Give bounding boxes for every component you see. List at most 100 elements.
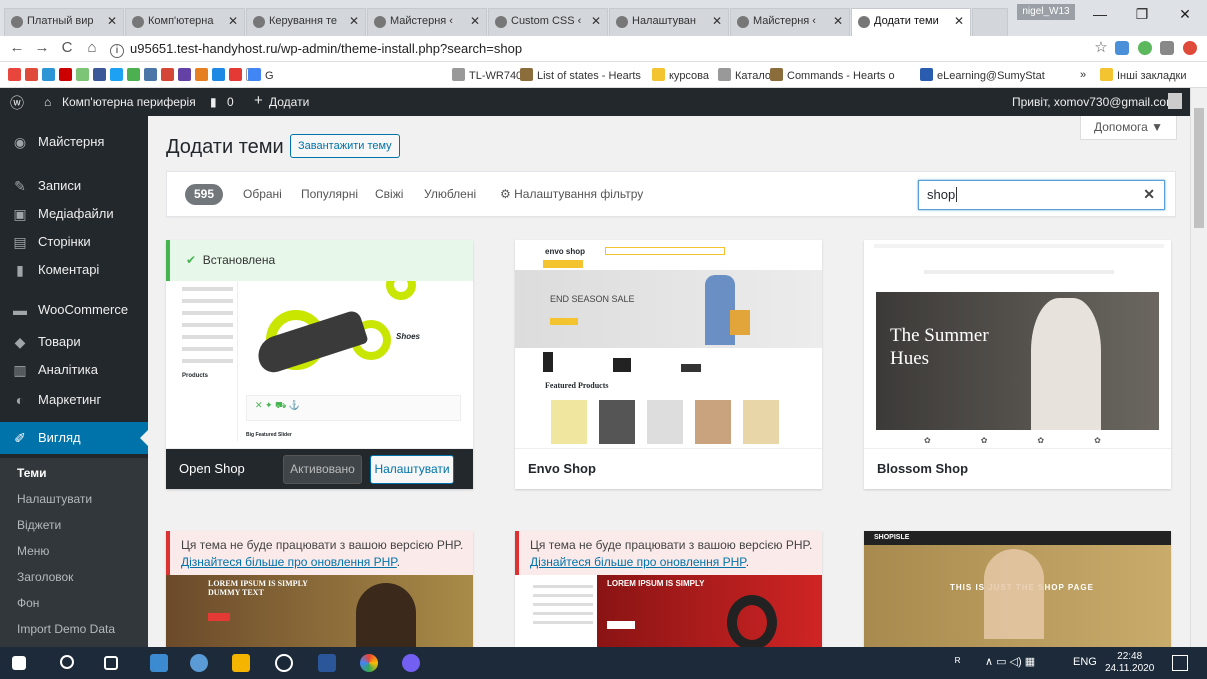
clear-search-icon[interactable]: ✕: [1143, 186, 1155, 203]
theme-card[interactable]: Ця тема не буде працювати з вашою версіє…: [166, 531, 473, 647]
theme-card-blossom-shop[interactable]: The Summer Hues ✿✿✿✿ Blossom Shop: [864, 240, 1171, 489]
scrollbar-thumb[interactable]: [1194, 108, 1204, 228]
submenu-item[interactable]: Фон: [17, 596, 39, 610]
theme-card-open-shop[interactable]: ✔ Встановлена Products Shoes ✕ ✦ ⛟ ⚓ Big…: [166, 240, 473, 489]
bookmark-item[interactable]: Каталог: [718, 68, 775, 82]
extension-icon[interactable]: [1160, 41, 1174, 55]
submenu-item[interactable]: Віджети: [17, 518, 61, 532]
theme-screenshot[interactable]: ✔ Встановлена Products Shoes ✕ ✦ ⛟ ⚓ Big…: [166, 240, 473, 448]
bookmark-icon[interactable]: [195, 68, 208, 81]
minimize-icon[interactable]: —: [1085, 6, 1115, 26]
help-tab[interactable]: Допомога ▼: [1080, 116, 1177, 140]
bookmark-item[interactable]: G: [248, 68, 274, 82]
close-tab-icon[interactable]: ✕: [470, 14, 480, 28]
filter-popular[interactable]: Популярні: [301, 187, 358, 201]
page-scrollbar[interactable]: [1190, 88, 1207, 647]
bookmark-icon[interactable]: [59, 68, 72, 81]
theme-card-envo-shop[interactable]: envo shop END SEASON SALE Featured Produ…: [515, 240, 822, 489]
extension-icon[interactable]: [1115, 41, 1129, 55]
opera-icon[interactable]: [1183, 41, 1197, 55]
sidebar-item[interactable]: ◉ Майстерня: [0, 126, 148, 158]
gmail-icon[interactable]: [161, 68, 174, 81]
bookmark-item[interactable]: eLearning@SumyStat: [920, 68, 1045, 82]
star-icon[interactable]: ☆: [1092, 39, 1110, 57]
php-update-link[interactable]: Дізнайтеся більше про оновлення PHP: [181, 555, 397, 569]
people-icon[interactable]: ᴿ: [955, 655, 960, 669]
windows-start-icon[interactable]: [12, 656, 26, 670]
task-view-icon[interactable]: [104, 656, 118, 670]
bookmark-item[interactable]: курсова: [652, 68, 709, 82]
theme-screenshot[interactable]: SHOPISLE THIS IS JUST THE SHOP PAGE: [864, 531, 1171, 647]
bookmark-icon[interactable]: [127, 68, 140, 81]
notification-icon[interactable]: [1172, 655, 1188, 671]
extension-icon[interactable]: [1138, 41, 1152, 55]
restore-icon[interactable]: ❐: [1127, 6, 1157, 26]
profile-badge[interactable]: nigel_W13: [1017, 4, 1075, 20]
theme-card[interactable]: Ця тема не буде працювати з вашою версіє…: [515, 531, 822, 647]
language-indicator[interactable]: ENG: [1073, 656, 1097, 668]
bookmark-icon[interactable]: [8, 68, 21, 81]
filter-favorites[interactable]: Улюблені: [424, 187, 476, 201]
upload-theme-button[interactable]: Завантажити тему: [290, 134, 400, 158]
comments-count[interactable]: 0: [227, 95, 234, 109]
close-tab-icon[interactable]: ✕: [107, 14, 117, 28]
bookmark-item[interactable]: TL-WR740N: [452, 68, 530, 82]
bookmark-item[interactable]: Commands - Hearts o: [770, 68, 895, 82]
file-explorer-icon[interactable]: [232, 654, 250, 672]
bookmark-item[interactable]: »: [1080, 68, 1086, 82]
browser-tab[interactable]: Платный вир ✕: [4, 8, 124, 36]
close-tab-icon[interactable]: ✕: [712, 14, 722, 28]
browser-tab[interactable]: Майстерня ‹ ✕: [730, 8, 850, 36]
tray-icons[interactable]: ∧ ▭ ◁) ▦: [985, 655, 1035, 668]
search-icon[interactable]: [60, 655, 74, 669]
twitter-icon[interactable]: [110, 68, 123, 81]
php-update-link[interactable]: Дізнайтеся більше про оновлення PHP: [530, 555, 746, 569]
sidebar-item[interactable]: ▮ Коментарі: [0, 254, 148, 286]
browser-tab[interactable]: Налаштуван ✕: [609, 8, 729, 36]
sidebar-item[interactable]: ▥ Аналітика: [0, 354, 148, 386]
submenu-item[interactable]: Теми: [17, 466, 47, 480]
plus-icon[interactable]: +: [254, 92, 263, 109]
sidebar-item[interactable]: ◐ Маркетинг: [0, 384, 148, 416]
bookmark-icon[interactable]: [229, 68, 242, 81]
submenu-item[interactable]: Import Demo Data: [17, 622, 115, 636]
sidebar-item[interactable]: ✐ Вигляд: [0, 422, 148, 454]
app-icon[interactable]: [190, 654, 208, 672]
theme-screenshot[interactable]: The Summer Hues ✿✿✿✿: [864, 240, 1171, 448]
close-tab-icon[interactable]: ✕: [954, 14, 964, 28]
browser-tab[interactable]: Комп'ютерна ✕: [125, 8, 245, 36]
submenu-item[interactable]: Налаштувати: [17, 492, 92, 506]
chrome-icon[interactable]: [360, 654, 378, 672]
close-tab-icon[interactable]: ✕: [228, 14, 238, 28]
browser-tab[interactable]: Керування те ✕: [246, 8, 366, 36]
submenu-item[interactable]: Заголовок: [17, 570, 73, 584]
steam-icon[interactable]: [275, 654, 293, 672]
home-icon[interactable]: ⌂: [83, 39, 101, 57]
theme-card[interactable]: SHOPISLE THIS IS JUST THE SHOP PAGE: [864, 531, 1171, 647]
new-tab-button[interactable]: [972, 8, 1008, 36]
close-tab-icon[interactable]: ✕: [833, 14, 843, 28]
comment-icon[interactable]: ▮: [210, 95, 217, 109]
submenu-item[interactable]: Меню: [17, 544, 49, 558]
viber-icon[interactable]: [402, 654, 420, 672]
filter-featured[interactable]: Обрані: [243, 187, 282, 201]
filter-latest[interactable]: Свіжі: [375, 187, 403, 201]
browser-tab[interactable]: Custom CSS ‹ ✕: [488, 8, 608, 36]
word-icon[interactable]: [318, 654, 336, 672]
wordpress-logo-icon[interactable]: ⓦ: [10, 93, 24, 113]
bookmark-item[interactable]: Інші закладки: [1100, 68, 1186, 82]
bookmark-icon[interactable]: [25, 68, 38, 81]
home-icon[interactable]: ⌂: [44, 95, 51, 109]
close-icon[interactable]: ✕: [1170, 6, 1200, 26]
back-icon[interactable]: ←: [8, 39, 26, 57]
new-content-link[interactable]: Додати: [269, 95, 309, 109]
url-field[interactable]: i u95651.test-handyhost.ru/wp-admin/theme…: [110, 39, 1085, 59]
theme-search-input[interactable]: shop ✕: [918, 180, 1165, 210]
theme-screenshot[interactable]: LOREM IPSUM IS SIMPLY DUMMY TEXT: [166, 575, 473, 647]
customize-button[interactable]: Налаштувати: [370, 455, 454, 484]
bookmark-icon[interactable]: [178, 68, 191, 81]
forward-icon[interactable]: →: [33, 39, 51, 57]
theme-screenshot[interactable]: LOREM IPSUM IS SIMPLY: [515, 575, 822, 647]
close-tab-icon[interactable]: ✕: [349, 14, 359, 28]
vk-icon[interactable]: [144, 68, 157, 81]
